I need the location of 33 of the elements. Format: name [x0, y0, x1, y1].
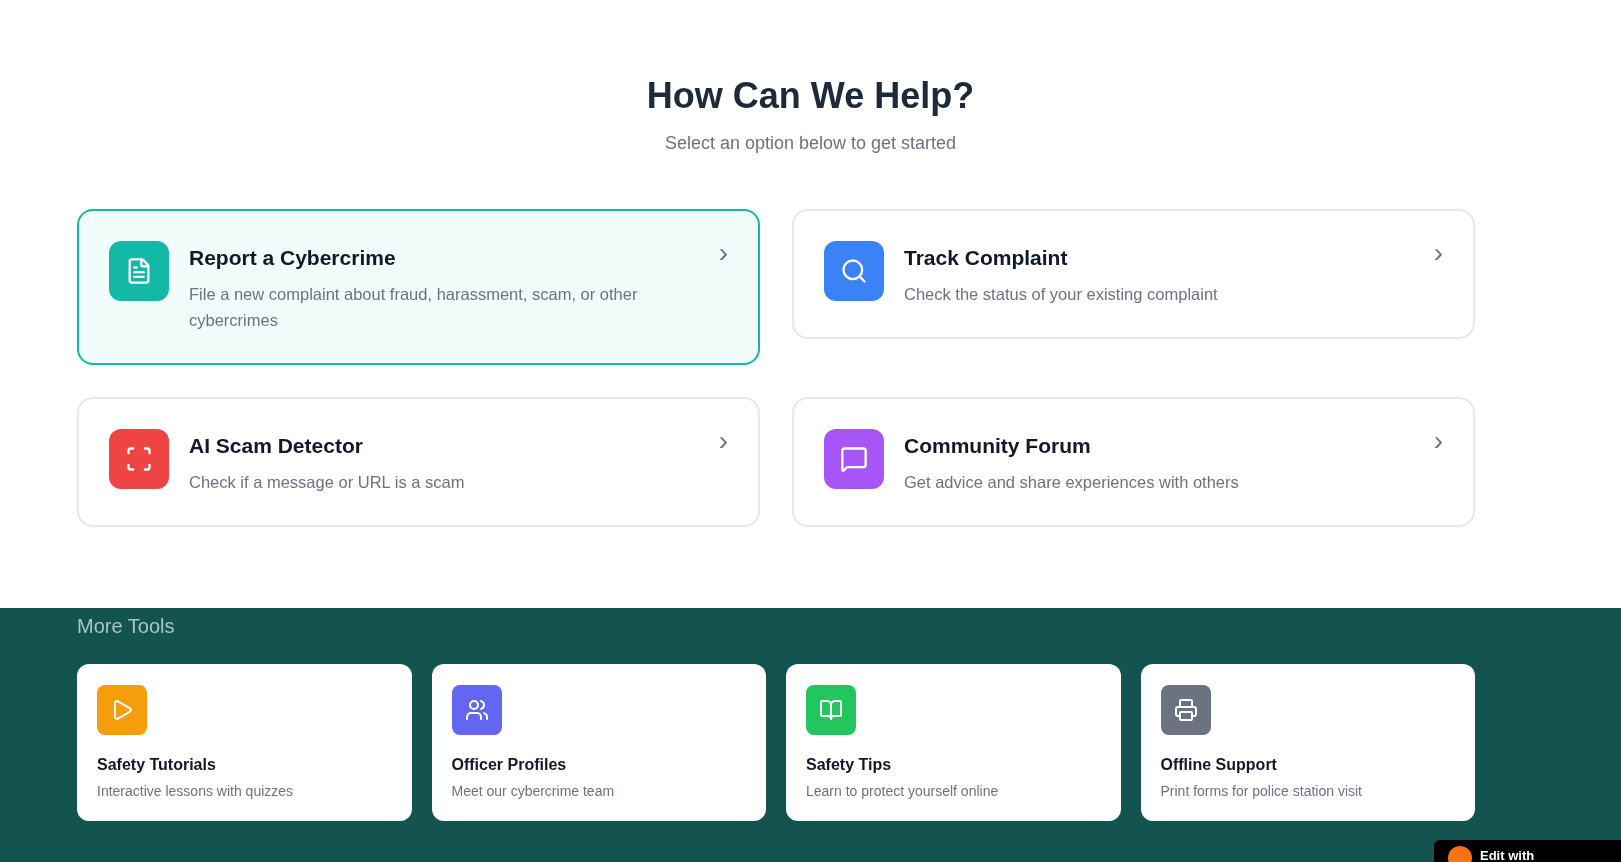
page-heading: How Can We Help? — [646, 74, 975, 118]
option-description: Check the status of your existing complaint — [904, 284, 1219, 305]
tool-description: Meet our cybercrime team — [451, 782, 616, 801]
option-title: Community Forum — [904, 433, 1092, 459]
option-card[interactable]: Report a Cybercrime File a new complaint about fraud, harassment, scam, or other cybercrimes › — [77, 209, 760, 365]
option-title: AI Scam Detector — [189, 433, 364, 459]
option-title: Track Complaint — [904, 245, 1069, 271]
tool-title: Safety Tutorials — [97, 755, 217, 775]
section-title: More Tools — [77, 614, 176, 639]
badge-label: Edit with — [1480, 847, 1535, 862]
option-description: Check if a message or URL is a scam — [189, 472, 466, 493]
option-card[interactable]: AI Scam Detector Check if a message or URL is a scam › — [77, 397, 760, 527]
tool-card[interactable]: Offline Support Print forms for police station visit — [1140, 664, 1475, 821]
tool-title: Officer Profiles — [451, 755, 568, 775]
tool-description: Print forms for police station visit — [1160, 782, 1363, 801]
chevron-icon: › — [718, 427, 728, 455]
tool-description: Learn to protect yourself online — [806, 782, 1000, 801]
tool-title: Safety Tips — [806, 755, 893, 775]
tool-card[interactable]: Officer Profiles Meet our cybercrime team — [431, 664, 766, 821]
option-description: Get advice and share experiences with others — [904, 472, 1240, 493]
option-card[interactable]: Track Complaint Check the status of your existing complaint › — [792, 209, 1475, 339]
page-subtitle: Select an option below to get started — [664, 132, 957, 155]
option-description: File a new complaint about fraud, harassment, scam, or other cybercrimes — [189, 284, 639, 331]
chevron-icon: › — [718, 239, 728, 267]
option-title: Report a Cybercrime — [189, 245, 397, 271]
chevron-icon: › — [1433, 239, 1443, 267]
tool-card[interactable]: Safety Tutorials Interactive lessons with quizzes — [77, 664, 412, 821]
chevron-icon: › — [1433, 427, 1443, 455]
tool-card[interactable]: Safety Tips Learn to protect yourself online — [786, 664, 1121, 821]
option-card[interactable]: Community Forum Get advice and share experiences with others › — [792, 397, 1475, 527]
tool-title: Offline Support — [1160, 755, 1278, 775]
edit-badge[interactable]: Edit with — [1434, 840, 1621, 862]
tool-description: Interactive lessons with quizzes — [97, 782, 295, 801]
